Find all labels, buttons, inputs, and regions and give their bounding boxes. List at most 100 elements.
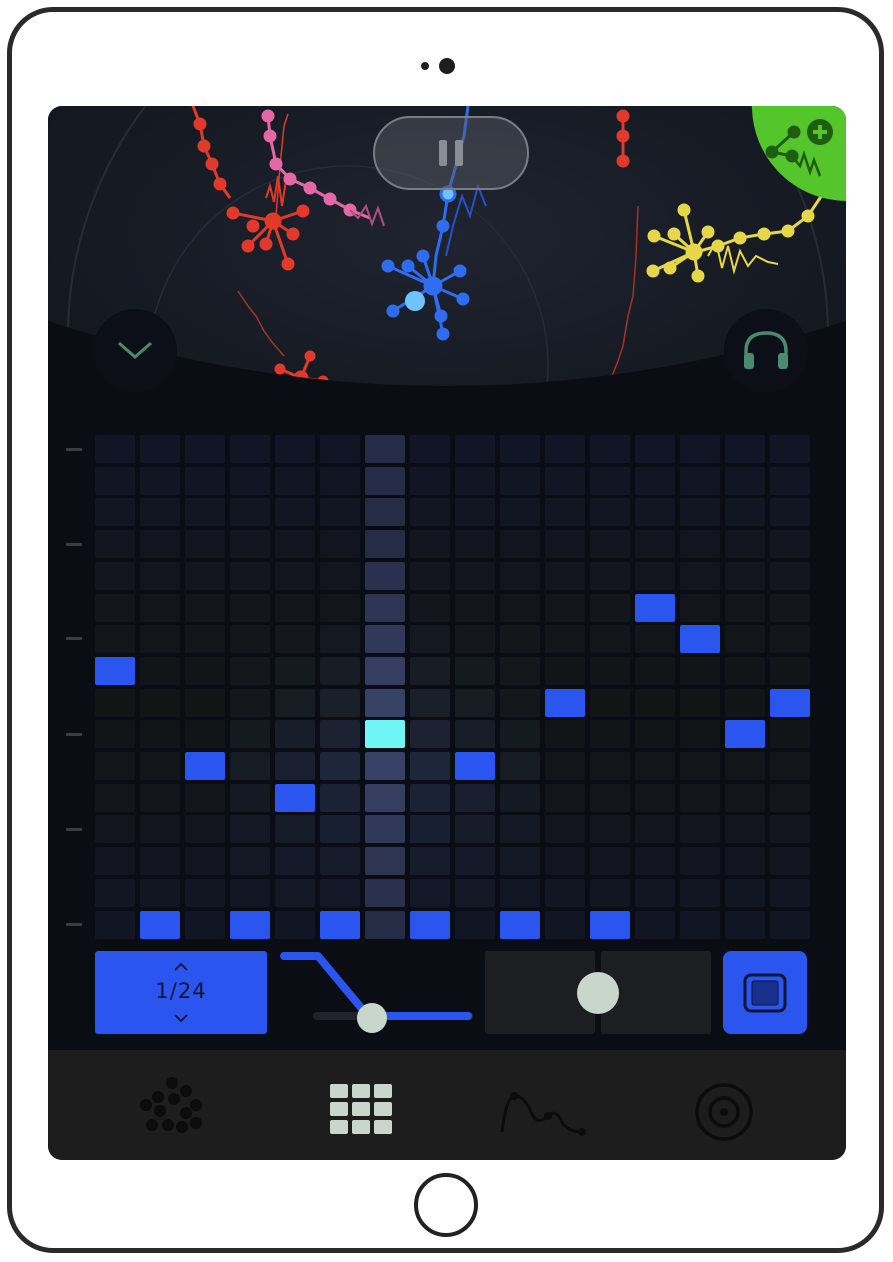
sequencer-cell[interactable] — [275, 530, 315, 558]
sequencer-cell[interactable] — [365, 879, 405, 907]
sequencer-cell[interactable] — [590, 815, 630, 843]
sequencer-cell[interactable] — [770, 847, 810, 875]
sequencer-cell[interactable] — [365, 435, 405, 463]
sequencer-cell[interactable] — [320, 594, 360, 622]
sequencer-cell[interactable] — [590, 530, 630, 558]
sequencer-cell[interactable] — [590, 562, 630, 590]
sequencer-cell[interactable] — [275, 657, 315, 685]
sequencer-cell[interactable] — [545, 435, 585, 463]
sequencer-cell[interactable] — [140, 498, 180, 526]
sequencer-cell[interactable] — [455, 911, 495, 939]
sequencer-cell[interactable] — [680, 720, 720, 748]
sequencer-cell[interactable] — [275, 562, 315, 590]
sequencer-cell[interactable] — [770, 752, 810, 780]
sequencer-cell[interactable] — [635, 625, 675, 653]
sequencer-cell[interactable] — [455, 594, 495, 622]
sequencer-cell[interactable] — [410, 847, 450, 875]
sequencer-cell[interactable] — [725, 498, 765, 526]
sequencer-cell[interactable] — [770, 720, 810, 748]
sequencer-cell[interactable] — [275, 847, 315, 875]
sequencer-cell[interactable] — [275, 879, 315, 907]
sequencer-cell[interactable] — [770, 498, 810, 526]
sequencer-cell[interactable] — [635, 530, 675, 558]
sequencer-cell[interactable] — [455, 720, 495, 748]
sequencer-cell[interactable] — [230, 625, 270, 653]
sequencer-cell[interactable] — [725, 625, 765, 653]
sequencer-cell[interactable] — [680, 435, 720, 463]
sequencer-cell[interactable] — [320, 467, 360, 495]
sequencer-cell[interactable] — [680, 467, 720, 495]
monitor-button[interactable] — [724, 309, 808, 393]
sequencer-cell[interactable] — [545, 911, 585, 939]
sequencer-cell[interactable] — [590, 594, 630, 622]
xy-pad[interactable] — [485, 951, 711, 1034]
sequencer-cell[interactable] — [140, 879, 180, 907]
sequencer-cell[interactable] — [725, 594, 765, 622]
sequencer-cell[interactable] — [95, 752, 135, 780]
sequencer-cell[interactable] — [95, 594, 135, 622]
sequencer-cell[interactable] — [500, 911, 540, 939]
sequencer-cell[interactable] — [410, 784, 450, 812]
sequencer-cell[interactable] — [185, 562, 225, 590]
sequencer-cell[interactable] — [500, 784, 540, 812]
sequencer-cell[interactable] — [95, 657, 135, 685]
sequencer-cell[interactable] — [770, 911, 810, 939]
sequencer-cell[interactable] — [320, 530, 360, 558]
sequencer-cell[interactable] — [545, 879, 585, 907]
sequencer-cell[interactable] — [590, 689, 630, 717]
sequencer-cell[interactable] — [140, 752, 180, 780]
sequencer-cell[interactable] — [770, 879, 810, 907]
sequencer-cell[interactable] — [770, 784, 810, 812]
sequencer-cell[interactable] — [230, 784, 270, 812]
sequencer-cell[interactable] — [410, 911, 450, 939]
sequencer-cell[interactable] — [410, 594, 450, 622]
sequencer-cell[interactable] — [230, 815, 270, 843]
sequencer-cell[interactable] — [590, 879, 630, 907]
sequencer-cell[interactable] — [95, 498, 135, 526]
sequencer-cell[interactable] — [545, 784, 585, 812]
sequencer-cell[interactable] — [95, 562, 135, 590]
sequencer-cell[interactable] — [230, 657, 270, 685]
sequencer-cell[interactable] — [545, 752, 585, 780]
sequencer-cell[interactable] — [320, 815, 360, 843]
sequencer-cell[interactable] — [635, 911, 675, 939]
sequencer-cell[interactable] — [275, 625, 315, 653]
sequencer-cell[interactable] — [185, 847, 225, 875]
sequencer-cell[interactable] — [95, 911, 135, 939]
sequencer-cell[interactable] — [725, 752, 765, 780]
sequencer-cell[interactable] — [365, 625, 405, 653]
home-button[interactable] — [414, 1173, 478, 1237]
sequencer-cell[interactable] — [410, 689, 450, 717]
sequencer-cell[interactable] — [185, 435, 225, 463]
sequencer-cell[interactable] — [185, 530, 225, 558]
sequencer-cell[interactable] — [185, 879, 225, 907]
sequencer-cell[interactable] — [590, 847, 630, 875]
sequencer-cell[interactable] — [590, 498, 630, 526]
sequencer-cell[interactable] — [770, 689, 810, 717]
sequencer-cell[interactable] — [590, 720, 630, 748]
sequencer-cell[interactable] — [770, 625, 810, 653]
sequencer-cell[interactable] — [680, 815, 720, 843]
sequencer-cell[interactable] — [725, 720, 765, 748]
sequencer-cell[interactable] — [680, 625, 720, 653]
sequencer-cell[interactable] — [545, 847, 585, 875]
sequencer-cell[interactable] — [455, 689, 495, 717]
sequencer-cell[interactable] — [320, 784, 360, 812]
sequencer-cell[interactable] — [230, 879, 270, 907]
sequencer-cell[interactable] — [455, 752, 495, 780]
sequencer-cell[interactable] — [590, 911, 630, 939]
sequencer-cell[interactable] — [770, 657, 810, 685]
sequencer-cell[interactable] — [95, 720, 135, 748]
sequencer-cell[interactable] — [185, 594, 225, 622]
sequencer-cell[interactable] — [275, 911, 315, 939]
sequencer-cell[interactable] — [410, 562, 450, 590]
sequencer-cell[interactable] — [365, 689, 405, 717]
sequencer-cell[interactable] — [455, 530, 495, 558]
sequencer-cell[interactable] — [500, 498, 540, 526]
sequencer-cell[interactable] — [500, 847, 540, 875]
sequencer-cell[interactable] — [590, 784, 630, 812]
sequencer-cell[interactable] — [275, 815, 315, 843]
sequencer-cell[interactable] — [455, 657, 495, 685]
sequencer-cell[interactable] — [320, 720, 360, 748]
sequencer-cell[interactable] — [455, 625, 495, 653]
